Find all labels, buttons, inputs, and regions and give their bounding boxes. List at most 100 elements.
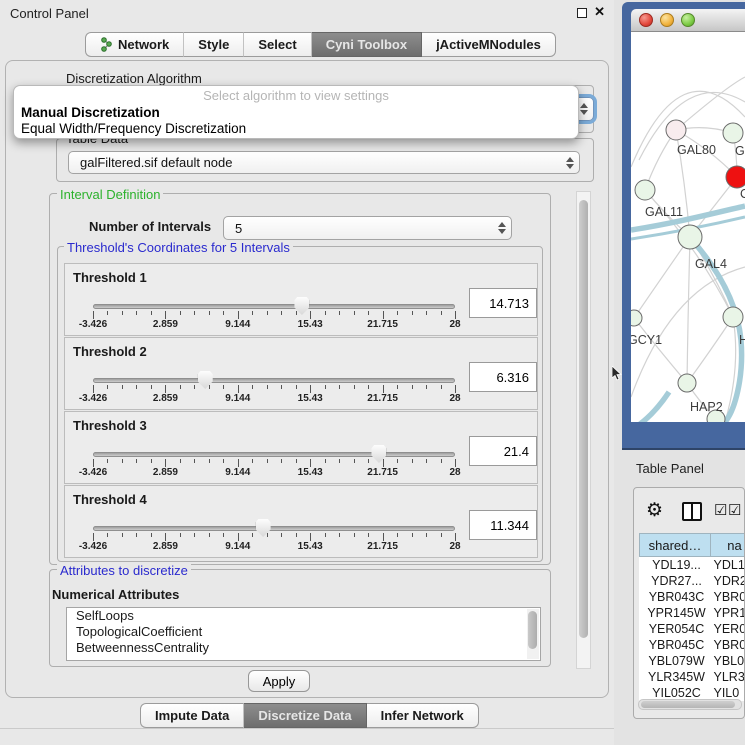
threshold-slider-thumb[interactable]	[371, 445, 386, 463]
cell-shared-name[interactable]: YBL079W	[640, 653, 711, 669]
network-edge[interactable]	[687, 317, 733, 383]
tick-label: 15.43	[298, 393, 323, 404]
tick-mark	[339, 311, 340, 315]
table-row[interactable]: YPR145WYPR1	[640, 605, 745, 621]
threshold-slider-track[interactable]	[93, 452, 455, 457]
checkbox-icon[interactable]: ☑	[714, 501, 727, 519]
tab-style[interactable]: Style	[184, 32, 244, 57]
split-columns-icon[interactable]	[682, 502, 702, 521]
network-edge[interactable]	[634, 318, 687, 383]
threshold-slider-thumb[interactable]	[256, 519, 271, 537]
tick-mark	[310, 459, 311, 467]
tab-cyni-toolbox[interactable]: Cyni Toolbox	[312, 32, 422, 57]
tab-infer-network[interactable]: Infer Network	[367, 703, 479, 728]
node-label: GAL80	[677, 143, 716, 157]
tab-impute-data[interactable]: Impute Data	[140, 703, 244, 728]
panel-scrollbar[interactable]	[576, 191, 591, 669]
tick-mark	[455, 385, 456, 393]
tab-discretize-data[interactable]: Discretize Data	[244, 703, 366, 728]
gear-icon[interactable]: ⚙	[646, 499, 663, 522]
attribute-list-item[interactable]: TopologicalCoefficient	[67, 624, 540, 640]
tick-mark	[151, 311, 152, 315]
cell-shared-name[interactable]: YER054C	[640, 621, 711, 637]
network-edge[interactable]	[676, 77, 745, 130]
table-row[interactable]: YBR045CYBR0	[640, 637, 745, 653]
cell-name[interactable]: YER0	[711, 621, 745, 637]
network-node[interactable]	[678, 374, 696, 392]
attribute-list-item[interactable]: SelfLoops	[67, 608, 540, 624]
tick-label: 9.144	[225, 393, 250, 404]
threshold-slider-thumb[interactable]	[198, 371, 213, 389]
cell-shared-name[interactable]: YDL19...	[640, 557, 711, 573]
popup-option-equal-width[interactable]: Equal Width/Frequency Discretization	[14, 121, 578, 137]
tick-label: -3.426	[79, 467, 107, 478]
column-header-shared-name[interactable]: shared…	[640, 534, 711, 557]
cell-name[interactable]: YBR0	[711, 637, 745, 653]
popup-option-manual-discretization[interactable]: Manual Discretization	[14, 105, 578, 121]
close-icon[interactable]: ✕	[594, 4, 605, 20]
tab-select[interactable]: Select	[244, 32, 311, 57]
tick-mark	[383, 311, 384, 319]
cell-shared-name[interactable]: YPR145W	[640, 605, 711, 621]
cell-shared-name[interactable]: YLR345W	[640, 669, 711, 685]
threshold-value-field[interactable]	[469, 288, 537, 318]
cell-shared-name[interactable]: YDR27...	[640, 573, 711, 589]
network-edge[interactable]	[631, 392, 669, 422]
network-window-titlebar[interactable]	[631, 9, 745, 32]
attribute-list-item[interactable]: BetweennessCentrality	[67, 640, 540, 656]
list-scrollbar[interactable]	[527, 609, 539, 659]
network-node[interactable]	[723, 307, 743, 327]
cell-name[interactable]: YLR3	[711, 669, 745, 685]
tick-mark	[296, 311, 297, 315]
tick-mark	[223, 385, 224, 389]
table-horizontal-scrollbar[interactable]	[638, 699, 742, 710]
threshold-slider-track[interactable]	[93, 526, 455, 531]
cell-name[interactable]: YDR2	[711, 573, 745, 589]
network-node[interactable]	[666, 120, 686, 140]
tick-mark	[368, 533, 369, 537]
threshold-value-field[interactable]	[469, 510, 537, 540]
float-window-icon[interactable]	[577, 8, 587, 18]
network-node[interactable]	[723, 123, 743, 143]
network-edge[interactable]	[634, 237, 690, 318]
threshold-slider-track[interactable]	[93, 378, 455, 383]
close-traffic-light-icon[interactable]	[639, 13, 653, 27]
cell-name[interactable]: YPR1	[711, 605, 745, 621]
table-row[interactable]: YDR27...YDR2	[640, 573, 745, 589]
network-node[interactable]	[726, 166, 745, 188]
table-row[interactable]: YBR043CYBR0	[640, 589, 745, 605]
cell-name[interactable]: YDL1	[711, 557, 745, 573]
number-of-intervals-combobox[interactable]: 5	[223, 216, 512, 240]
zoom-traffic-light-icon[interactable]	[681, 13, 695, 27]
threshold-slider-track[interactable]	[93, 304, 455, 309]
minimize-traffic-light-icon[interactable]	[660, 13, 674, 27]
table-row[interactable]: YER054CYER0	[640, 621, 745, 637]
numerical-attributes-list[interactable]: SelfLoopsTopologicalCoefficientBetweenne…	[66, 607, 541, 661]
network-node[interactable]	[635, 180, 655, 200]
tick-mark	[151, 385, 152, 389]
tab-network[interactable]: Network	[85, 32, 184, 57]
tick-mark	[209, 385, 210, 389]
cell-name[interactable]: YBR0	[711, 589, 745, 605]
threshold-value-field[interactable]	[469, 362, 537, 392]
checkbox-icon[interactable]: ☑	[728, 501, 741, 519]
cell-name[interactable]: YBL0	[711, 653, 745, 669]
table-row[interactable]: YLR345WYLR3	[640, 669, 745, 685]
table-row[interactable]: YBL079WYBL0	[640, 653, 745, 669]
table-data-combobox[interactable]: galFiltered.sif default node	[68, 151, 580, 174]
tick-mark	[107, 385, 108, 389]
network-node[interactable]	[631, 310, 642, 326]
table-row[interactable]: YDL19...YDL1	[640, 557, 745, 573]
threshold-value-field[interactable]	[469, 436, 537, 466]
cell-shared-name[interactable]: YBR045C	[640, 637, 711, 653]
tick-mark	[136, 459, 137, 463]
network-node[interactable]	[678, 225, 702, 249]
tab-jactivemnodules[interactable]: jActiveMNodules	[422, 32, 556, 57]
apply-button[interactable]: Apply	[248, 670, 310, 692]
column-header-name[interactable]: na	[711, 534, 745, 557]
network-canvas[interactable]: GAL80GCGAL11GAL4GCY1HHAP2	[631, 32, 745, 422]
network-edge[interactable]	[687, 237, 690, 383]
tick-mark	[267, 459, 268, 463]
threshold-label: Threshold 1	[73, 270, 147, 285]
cell-shared-name[interactable]: YBR043C	[640, 589, 711, 605]
